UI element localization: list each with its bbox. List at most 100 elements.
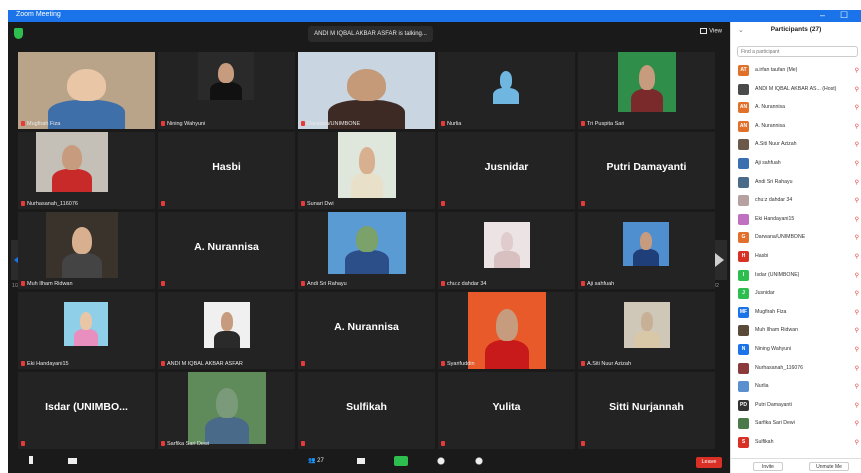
participant-row[interactable]: ANDI M IQBAL AKBAR AS... (Host) ⚲	[731, 81, 861, 99]
participant-row[interactable]: Aji sahfuah ⚲	[731, 155, 861, 173]
video-tile[interactable]: Putri Damayanti	[578, 132, 715, 209]
participant-row[interactable]: Eki Handayani15 ⚲	[731, 211, 861, 229]
video-tile[interactable]: Sitti Nurjannah	[578, 372, 715, 449]
video-tile[interactable]: Nurhasanah_116076	[18, 132, 155, 209]
mic-muted-icon[interactable]: ⚲	[855, 216, 859, 223]
tile-label-text: Tri Puspita Sari	[587, 121, 625, 127]
video-tile[interactable]: Darwana/UNIMBONE	[298, 52, 435, 129]
mic-muted-icon[interactable]: ⚲	[855, 160, 859, 167]
mic-muted-icon[interactable]: ⚲	[855, 439, 859, 446]
participant-search-input[interactable]	[737, 46, 858, 57]
video-tile[interactable]: Nining Wahyuni	[158, 52, 295, 129]
video-tile[interactable]: Sulfikah	[298, 372, 435, 449]
participant-row[interactable]: AN A. Nurannisa ⚲	[731, 99, 861, 117]
participant-row[interactable]: G Darwana/UNIMBONE ⚲	[731, 229, 861, 247]
video-tile[interactable]: Mugfirah Fiza	[18, 52, 155, 129]
participant-row[interactable]: A.Siti Nuur Azizah ⚲	[731, 136, 861, 154]
person-body	[633, 249, 659, 266]
video-tile[interactable]: A. Nurannisa	[158, 212, 295, 289]
participant-row[interactable]: Nurlia ⚲	[731, 378, 861, 396]
maximize-button[interactable]: ☐	[840, 10, 848, 21]
participant-row[interactable]: S Sulfikah ⚲	[731, 434, 861, 452]
mute-icon[interactable]	[24, 456, 38, 466]
participant-row[interactable]: AT a.irfan taufan (Me) ⚲	[731, 62, 861, 80]
video-tile[interactable]: Muh Ilham Ridwan	[18, 212, 155, 289]
minimize-button[interactable]: –	[820, 10, 825, 21]
mic-muted-icon[interactable]: ⚲	[855, 67, 859, 74]
video-tile[interactable]: ANDI M IQBAL AKBAR ASFAR	[158, 292, 295, 369]
avatar: AN	[738, 120, 749, 132]
mic-muted-icon[interactable]: ⚲	[855, 104, 859, 111]
camera-feed	[623, 222, 669, 266]
video-tile[interactable]: Yulita	[438, 372, 575, 449]
record-icon[interactable]	[434, 456, 448, 466]
mic-muted-icon[interactable]: ⚲	[855, 86, 859, 93]
mic-muted-icon	[21, 121, 25, 127]
video-tile[interactable]: A.Siti Nuur Azizah	[578, 292, 715, 369]
video-icon[interactable]	[66, 456, 80, 466]
avatar	[738, 381, 749, 393]
participant-row[interactable]: H Hasbi ⚲	[731, 248, 861, 266]
tile-label-text: Nurlia	[447, 121, 462, 127]
avatar: N	[738, 344, 749, 355]
mic-muted-icon[interactable]: ⚲	[855, 234, 859, 241]
participants-button[interactable]: 👥 27	[308, 456, 332, 466]
participant-row[interactable]: Andi Sri Rahayu ⚲	[731, 174, 861, 192]
mic-muted-icon[interactable]: ⚲	[855, 123, 859, 130]
mic-muted-icon[interactable]: ⚲	[855, 327, 859, 334]
camera-feed	[18, 52, 155, 129]
video-tile[interactable]: Andi Sri Rahayu	[298, 212, 435, 289]
view-button[interactable]: View	[700, 28, 722, 35]
participant-row[interactable]: chu:z dahdar 34 ⚲	[731, 192, 861, 210]
person-head	[639, 231, 653, 251]
participant-row[interactable]: MF Mugfirah Fiza ⚲	[731, 304, 861, 322]
video-tile[interactable]: Jusnidar	[438, 132, 575, 209]
unmute-me-button[interactable]: Unmute Me	[809, 462, 849, 471]
mic-muted-icon[interactable]: ⚲	[855, 272, 859, 279]
video-tile[interactable]: Tri Puspita Sari	[578, 52, 715, 129]
mic-muted-icon[interactable]: ⚲	[855, 141, 859, 148]
participant-name: Sarfika Sari Dewi	[755, 420, 795, 427]
mic-muted-icon[interactable]: ⚲	[855, 346, 859, 353]
video-tile[interactable]: A. Nurannisa	[298, 292, 435, 369]
mic-muted-icon[interactable]: ⚲	[855, 197, 859, 204]
participant-row[interactable]: Sarfika Sari Dewi ⚲	[731, 415, 861, 433]
mic-muted-icon[interactable]: ⚲	[855, 420, 859, 427]
avatar: J	[738, 288, 749, 300]
tile-label-text: chu:z dahdar 34	[447, 281, 487, 287]
mic-muted-icon[interactable]: ⚲	[855, 365, 859, 372]
invite-button[interactable]: Invite	[753, 462, 783, 471]
participant-name: A. Nurannisa	[755, 104, 785, 111]
shield-icon[interactable]	[14, 28, 23, 39]
participant-row[interactable]: AN A. Nurannisa ⚲	[731, 118, 861, 136]
leave-button[interactable]: Leave	[696, 457, 722, 468]
mic-muted-icon[interactable]: ⚲	[855, 309, 859, 316]
mic-muted-icon[interactable]: ⚲	[855, 383, 859, 390]
participant-row[interactable]: I Isdar (UNIMBONE) ⚲	[731, 267, 861, 285]
mic-muted-icon	[161, 281, 165, 287]
video-tile[interactable]: Aji sahfuah	[578, 212, 715, 289]
chat-icon[interactable]	[354, 456, 368, 466]
participant-row[interactable]: N Nining Wahyuni ⚲	[731, 341, 861, 359]
video-tile[interactable]: Sarfika Sari Dewi	[158, 372, 295, 449]
participant-row[interactable]: PD Putri Damayanti ⚲	[731, 397, 861, 415]
video-tile[interactable]: Nurlia	[438, 52, 575, 129]
video-tile[interactable]: chu:z dahdar 34	[438, 212, 575, 289]
mic-muted-icon[interactable]: ⚲	[855, 179, 859, 186]
mic-muted-icon[interactable]: ⚲	[855, 402, 859, 409]
mic-muted-icon[interactable]: ⚲	[855, 290, 859, 297]
mic-muted-icon[interactable]: ⚲	[855, 253, 859, 260]
camera-feed	[468, 292, 546, 369]
avatar: G	[738, 232, 749, 244]
participant-row[interactable]: Muh Ilham Ridwan ⚲	[731, 322, 861, 340]
participant-row[interactable]: J Jusnidar ⚲	[731, 285, 861, 303]
video-tile[interactable]: Hasbi	[158, 132, 295, 209]
video-tile[interactable]: Eki Handayani15	[18, 292, 155, 369]
video-tile[interactable]: Syarifuddin	[438, 292, 575, 369]
participant-row[interactable]: Nurhasanah_116076 ⚲	[731, 360, 861, 378]
video-tile[interactable]: Isdar (UNIMBO...	[18, 372, 155, 449]
reactions-icon[interactable]	[472, 456, 486, 466]
video-tile[interactable]: Sunari Dwi	[298, 132, 435, 209]
share-screen-icon[interactable]	[394, 456, 408, 466]
participant-name: a.irfan taufan (Me)	[755, 67, 798, 73]
